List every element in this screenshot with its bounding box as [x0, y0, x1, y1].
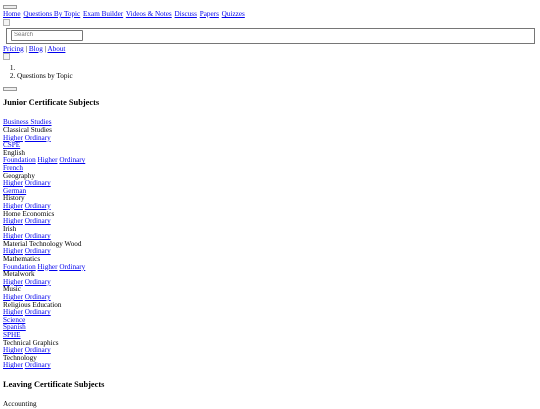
subject-levels-religious-education: Higher Ordinary: [3, 308, 537, 317]
level-link-ordinary[interactable]: Ordinary: [25, 217, 51, 225]
subject-levels-classical-studies: Higher Ordinary: [3, 134, 537, 143]
breadcrumb-item-current: Questions by Topic: [17, 72, 537, 81]
subject-levels-metalwork: Higher Ordinary: [3, 278, 537, 287]
subject-item-geography: Geography: [3, 172, 537, 181]
search-input[interactable]: [11, 29, 83, 41]
level-link-higher[interactable]: Higher: [3, 361, 23, 370]
subject-levels-material-technology-wood: Higher Ordinary: [3, 248, 537, 256]
menu-button[interactable]: [3, 5, 17, 9]
filter-toggle-button[interactable]: [3, 87, 17, 92]
subject-item-business-studies: Business Studies: [3, 119, 537, 127]
subject-levels-technical-graphics: Higher Ordinary: [3, 346, 537, 355]
subject-levels-music: Higher Ordinary: [3, 293, 537, 302]
nav-home-link[interactable]: Home: [3, 10, 21, 18]
level-link-ordinary[interactable]: Ordinary: [25, 134, 51, 142]
breadcrumb: Questions by Topic: [3, 65, 537, 80]
section-heading: Junior Certificate Subjects: [3, 98, 100, 108]
subject-levels-history: Higher Ordinary: [3, 202, 537, 211]
level-link-ordinary[interactable]: Ordinary: [59, 263, 85, 271]
subject-item-sphe: SPHE: [3, 331, 537, 340]
banner-image-icon: [3, 53, 10, 61]
section-heading: Leaving Certificate Subjects: [3, 379, 105, 389]
nav-quizzes-link[interactable]: Quizzes: [222, 10, 245, 18]
subject-item-home-economics: Home Economics: [3, 210, 537, 219]
subject-item-irish: Irish: [3, 225, 537, 234]
subject-levels-geography: Higher Ordinary: [3, 179, 537, 188]
subject-item-technology: Technology: [3, 354, 537, 363]
subject-item-cspe: CSPE: [3, 141, 537, 150]
subject-levels-mathematics: Foundation Higher Ordinary: [3, 263, 537, 272]
subject-name-accounting: Accounting: [3, 399, 37, 408]
subject-item-history: History: [3, 195, 537, 203]
nav-exam-builder-link[interactable]: Exam Builder: [83, 10, 123, 18]
subject-item-german: German: [3, 187, 537, 196]
subject-item-metalwork: Metalwork: [3, 270, 537, 279]
subject-item-technical-graphics: Technical Graphics: [3, 339, 537, 348]
separator: |: [25, 44, 28, 53]
level-link-higher[interactable]: Higher: [38, 156, 58, 165]
subject-levels-technology: Higher Ordinary: [3, 362, 537, 370]
secondary-links: Pricing | Blog | About: [3, 44, 537, 54]
nav-questions-by-topic-link[interactable]: Questions By Topic: [23, 10, 80, 18]
logo-image-icon: [3, 18, 10, 26]
separator: |: [44, 44, 47, 53]
subject-levels-home-economics: Higher Ordinary: [3, 217, 537, 226]
subject-item-music: Music: [3, 286, 537, 294]
subject-item-french: French: [3, 164, 537, 173]
subject-item-classical-studies: Classical Studies: [3, 126, 537, 135]
level-link-ordinary[interactable]: Ordinary: [25, 179, 51, 187]
about-link[interactable]: About: [47, 45, 65, 53]
subject-levels-irish: Higher Ordinary: [3, 232, 537, 241]
top-nav: Home Questions By Topic Exam Builder Vid…: [3, 10, 537, 19]
nav-videos-notes-link[interactable]: Videos & Notes: [126, 10, 172, 18]
subject-item-religious-education: Religious Education: [3, 301, 537, 310]
level-link-higher[interactable]: Higher: [38, 263, 58, 271]
subject-item-science: Science: [3, 316, 537, 325]
search-container: [6, 27, 535, 44]
subject-item-material-technology-wood: Material Technology Wood: [3, 240, 537, 249]
level-link-ordinary[interactable]: Ordinary: [59, 156, 85, 165]
subject-levels-english: Foundation Higher Ordinary: [3, 157, 537, 165]
level-link-ordinary[interactable]: Ordinary: [25, 308, 51, 316]
blog-link[interactable]: Blog: [29, 45, 43, 53]
level-link-ordinary[interactable]: Ordinary: [25, 361, 51, 370]
pricing-link[interactable]: Pricing: [3, 45, 24, 53]
page: Home Questions By Topic Exam Builder Vid…: [0, 0, 540, 409]
nav-discuss-link[interactable]: Discuss: [175, 10, 197, 18]
nav-papers-link[interactable]: Papers: [200, 10, 219, 18]
level-link-ordinary[interactable]: Ordinary: [25, 278, 51, 286]
subject-sections: Junior Certificate Subjects Business Stud…: [3, 98, 537, 408]
breadcrumb-item-home[interactable]: [17, 65, 537, 73]
subject-item-spanish: Spanish: [3, 324, 537, 332]
